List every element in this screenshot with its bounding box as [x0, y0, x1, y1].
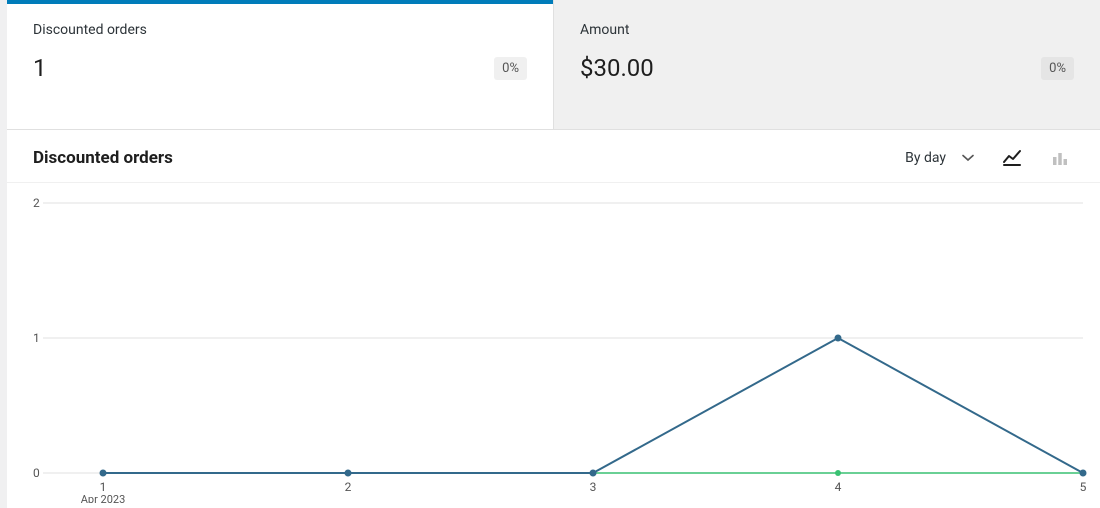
interval-select[interactable]: By day [901, 144, 978, 172]
tab-label: Amount [580, 22, 1074, 38]
svg-text:5: 5 [1080, 480, 1087, 494]
svg-text:0: 0 [33, 466, 40, 480]
svg-text:1: 1 [33, 331, 40, 345]
svg-text:2: 2 [345, 480, 352, 494]
tab-amount[interactable]: Amount $30.00 0% [554, 0, 1100, 129]
metric-tabs: Discounted orders 1 0% Amount $30.00 0% [7, 0, 1100, 130]
tab-value-row: 1 0% [33, 54, 527, 82]
tab-delta-badge: 0% [494, 57, 527, 80]
chart-area: 0 1 2 1 2 3 4 5 Apr 2023 [7, 183, 1100, 508]
tab-discounted-orders[interactable]: Discounted orders 1 0% [7, 0, 554, 129]
interval-label: By day [905, 150, 946, 166]
svg-text:1: 1 [100, 480, 107, 494]
tab-label: Discounted orders [33, 22, 527, 38]
chart-title: Discounted orders [33, 148, 173, 168]
line-chart: 0 1 2 1 2 3 4 5 Apr 2023 [17, 183, 1097, 503]
chart-header: Discounted orders By day [7, 130, 1100, 183]
chart-controls: By day [901, 144, 1074, 172]
tab-value: 1 [33, 54, 47, 82]
report-container: Discounted orders 1 0% Amount $30.00 0% … [7, 0, 1100, 508]
svg-text:3: 3 [590, 480, 597, 494]
svg-text:4: 4 [835, 480, 842, 494]
tab-delta-badge: 0% [1041, 57, 1074, 80]
tab-value-row: $30.00 0% [580, 54, 1074, 82]
svg-text:Apr 2023: Apr 2023 [81, 493, 126, 503]
chevron-down-icon [962, 152, 974, 164]
line-chart-icon[interactable] [998, 144, 1026, 172]
tab-value: $30.00 [580, 54, 654, 82]
bar-chart-icon[interactable] [1046, 144, 1074, 172]
svg-text:2: 2 [33, 196, 40, 210]
